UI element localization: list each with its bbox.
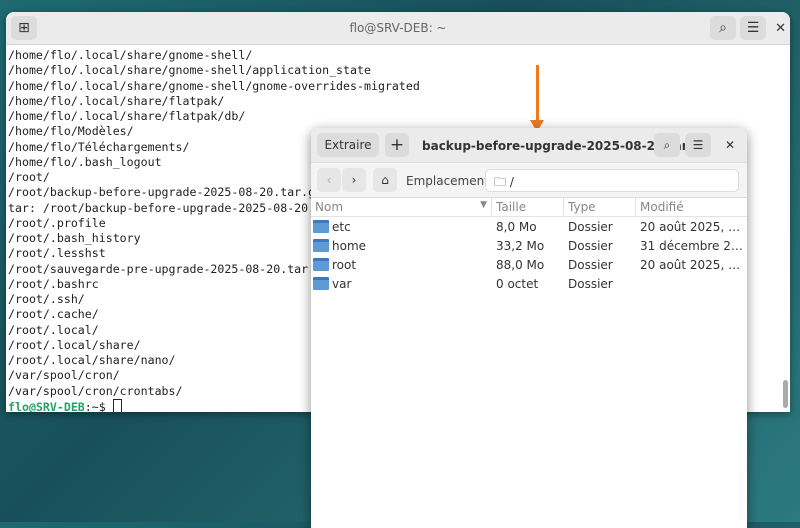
home-button[interactable]: ⌂ <box>373 168 397 192</box>
column-size[interactable]: Taille <box>492 198 564 216</box>
annotation-arrow <box>536 65 539 123</box>
file-row[interactable]: var 0 octet Dossier <box>311 274 747 293</box>
file-row[interactable]: root 88,0 Mo Dossier 20 août 2025, 13:07 <box>311 255 747 274</box>
file-modified: 31 décembre 2024, … <box>640 238 747 253</box>
archive-manager-window: Extraire + backup-before-upgrade-2025-08… <box>311 128 747 528</box>
file-size: 88,0 Mo <box>496 257 545 272</box>
column-headers: Nom ▼ Taille Type Modifié <box>311 198 747 217</box>
terminal-line: /home/flo/.local/share/gnome-shell/ <box>8 48 253 62</box>
file-type: Dossier <box>568 219 613 234</box>
file-row[interactable]: home 33,2 Mo Dossier 31 décembre 2024, … <box>311 236 747 255</box>
folder-icon: 🗀 <box>494 175 510 189</box>
file-size: 8,0 Mo <box>496 219 537 234</box>
file-name: var <box>332 276 352 291</box>
file-type: Dossier <box>568 238 613 253</box>
scrollbar[interactable] <box>783 380 788 408</box>
file-modified: 20 août 2025, 11:38 <box>640 219 747 234</box>
terminal-line: /home/flo/.local/share/gnome-shell/appli… <box>8 63 371 78</box>
folder-icon <box>313 219 329 233</box>
sort-down-icon: ▼ <box>480 200 487 210</box>
file-name: etc <box>332 219 351 234</box>
prompt-suffix: :~$ <box>84 399 113 412</box>
close-button[interactable]: ✕ <box>775 21 786 36</box>
column-modified[interactable]: Modifié <box>636 198 747 216</box>
file-name: root <box>332 257 357 272</box>
terminal-title: flo@SRV-DEB: ~ <box>349 21 447 35</box>
menu-button[interactable]: ☰ <box>685 133 711 157</box>
add-button[interactable]: + <box>385 133 409 157</box>
column-type[interactable]: Type <box>564 198 636 216</box>
terminal-line: /home/flo/.local/share/flatpak/ <box>8 93 225 108</box>
archive-header: Extraire + backup-before-upgrade-2025-08… <box>311 128 747 163</box>
terminal-header: ⊞ flo@SRV-DEB: ~ ⌕ ☰ ✕ <box>6 12 790 45</box>
column-name[interactable]: Nom ▼ <box>311 198 492 216</box>
file-modified: 20 août 2025, 13:07 <box>640 257 747 272</box>
search-button[interactable]: ⌕ <box>710 16 736 40</box>
file-size: 33,2 Mo <box>496 238 545 253</box>
prompt-user: flo@SRV-DEB <box>8 399 85 412</box>
location-path: / <box>509 175 514 189</box>
close-button[interactable]: ✕ <box>725 138 735 152</box>
file-list: etc 8,0 Mo Dossier 20 août 2025, 11:38 home 3… <box>311 217 747 293</box>
file-type: Dossier <box>568 276 613 291</box>
search-button[interactable]: ⌕ <box>654 133 680 157</box>
location-label: Emplacement : <box>406 174 497 188</box>
back-button[interactable]: ‹ <box>317 168 341 192</box>
location-field[interactable]: 🗀 / <box>485 169 739 192</box>
file-size: 0 octet <box>496 276 539 291</box>
terminal-line: /home/flo/.local/share/flatpak/db/ <box>8 109 246 123</box>
forward-button[interactable]: › <box>342 168 366 192</box>
folder-icon <box>313 276 329 290</box>
extract-button[interactable]: Extraire <box>317 133 379 157</box>
terminal-line: /home/flo/.local/share/gnome-shell/gnome… <box>8 78 420 93</box>
file-name: home <box>332 238 367 253</box>
file-row[interactable]: etc 8,0 Mo Dossier 20 août 2025, 11:38 <box>311 217 747 236</box>
file-type: Dossier <box>568 257 613 272</box>
location-toolbar: ‹ › ⌂ Emplacement : 🗀 / <box>311 163 747 198</box>
menu-button[interactable]: ☰ <box>740 16 766 40</box>
cursor <box>112 398 122 412</box>
folder-icon <box>313 257 329 271</box>
folder-icon <box>313 238 329 252</box>
